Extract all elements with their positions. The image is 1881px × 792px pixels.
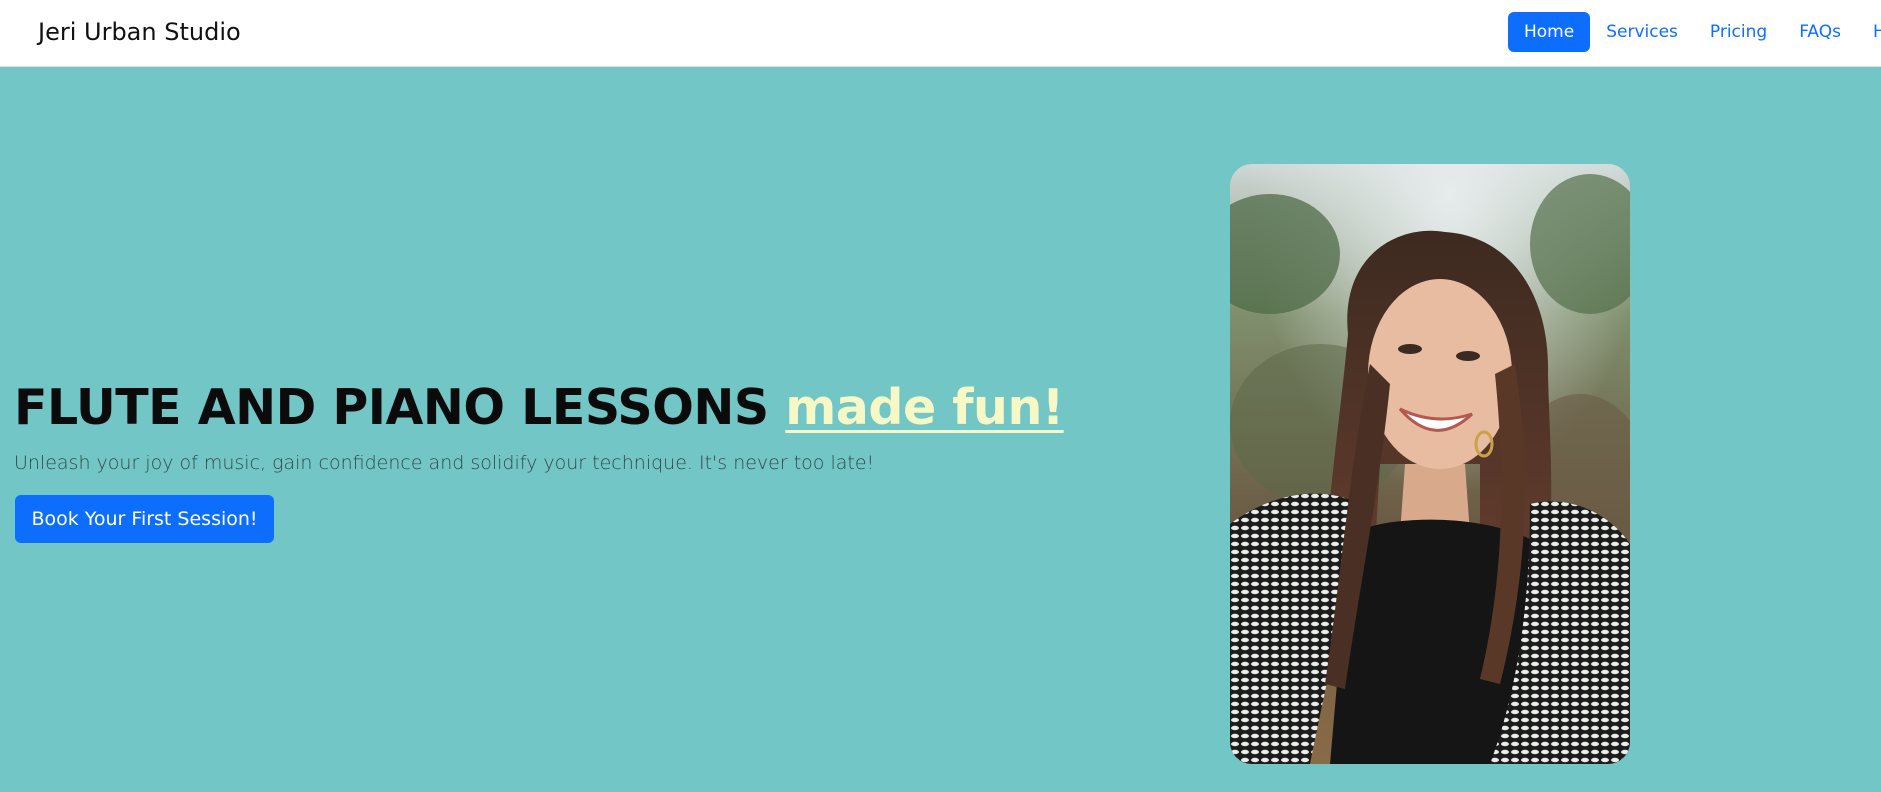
hero-section: FLUTE AND PIANO LESSONS made fun! Unleas… [0, 67, 1881, 792]
hero-subtitle: Unleash your joy of music, gain confiden… [14, 452, 875, 474]
hero-headline: FLUTE AND PIANO LESSONS made fun! [14, 379, 1064, 436]
book-first-session-button[interactable]: Book Your First Session! [15, 495, 274, 543]
nav-link-services[interactable]: Services [1590, 12, 1694, 52]
headline-accent-text: made fun! [785, 379, 1064, 436]
headline-main-text: FLUTE AND PIANO LESSONS [14, 379, 769, 436]
nav-link-faqs[interactable]: FAQs [1783, 12, 1857, 52]
nav-link-home[interactable]: Home [1508, 12, 1591, 52]
nav-link-hours[interactable]: Hours [1857, 12, 1881, 52]
instructor-portrait-photo [1230, 164, 1630, 764]
nav-links: Home Services Pricing FAQs Hours [1508, 12, 1881, 52]
nav-link-pricing[interactable]: Pricing [1694, 12, 1783, 52]
top-navbar: Jeri Urban Studio Home Services Pricing … [0, 0, 1881, 67]
portrait-image [1230, 164, 1630, 764]
brand-logo-text[interactable]: Jeri Urban Studio [38, 18, 241, 46]
